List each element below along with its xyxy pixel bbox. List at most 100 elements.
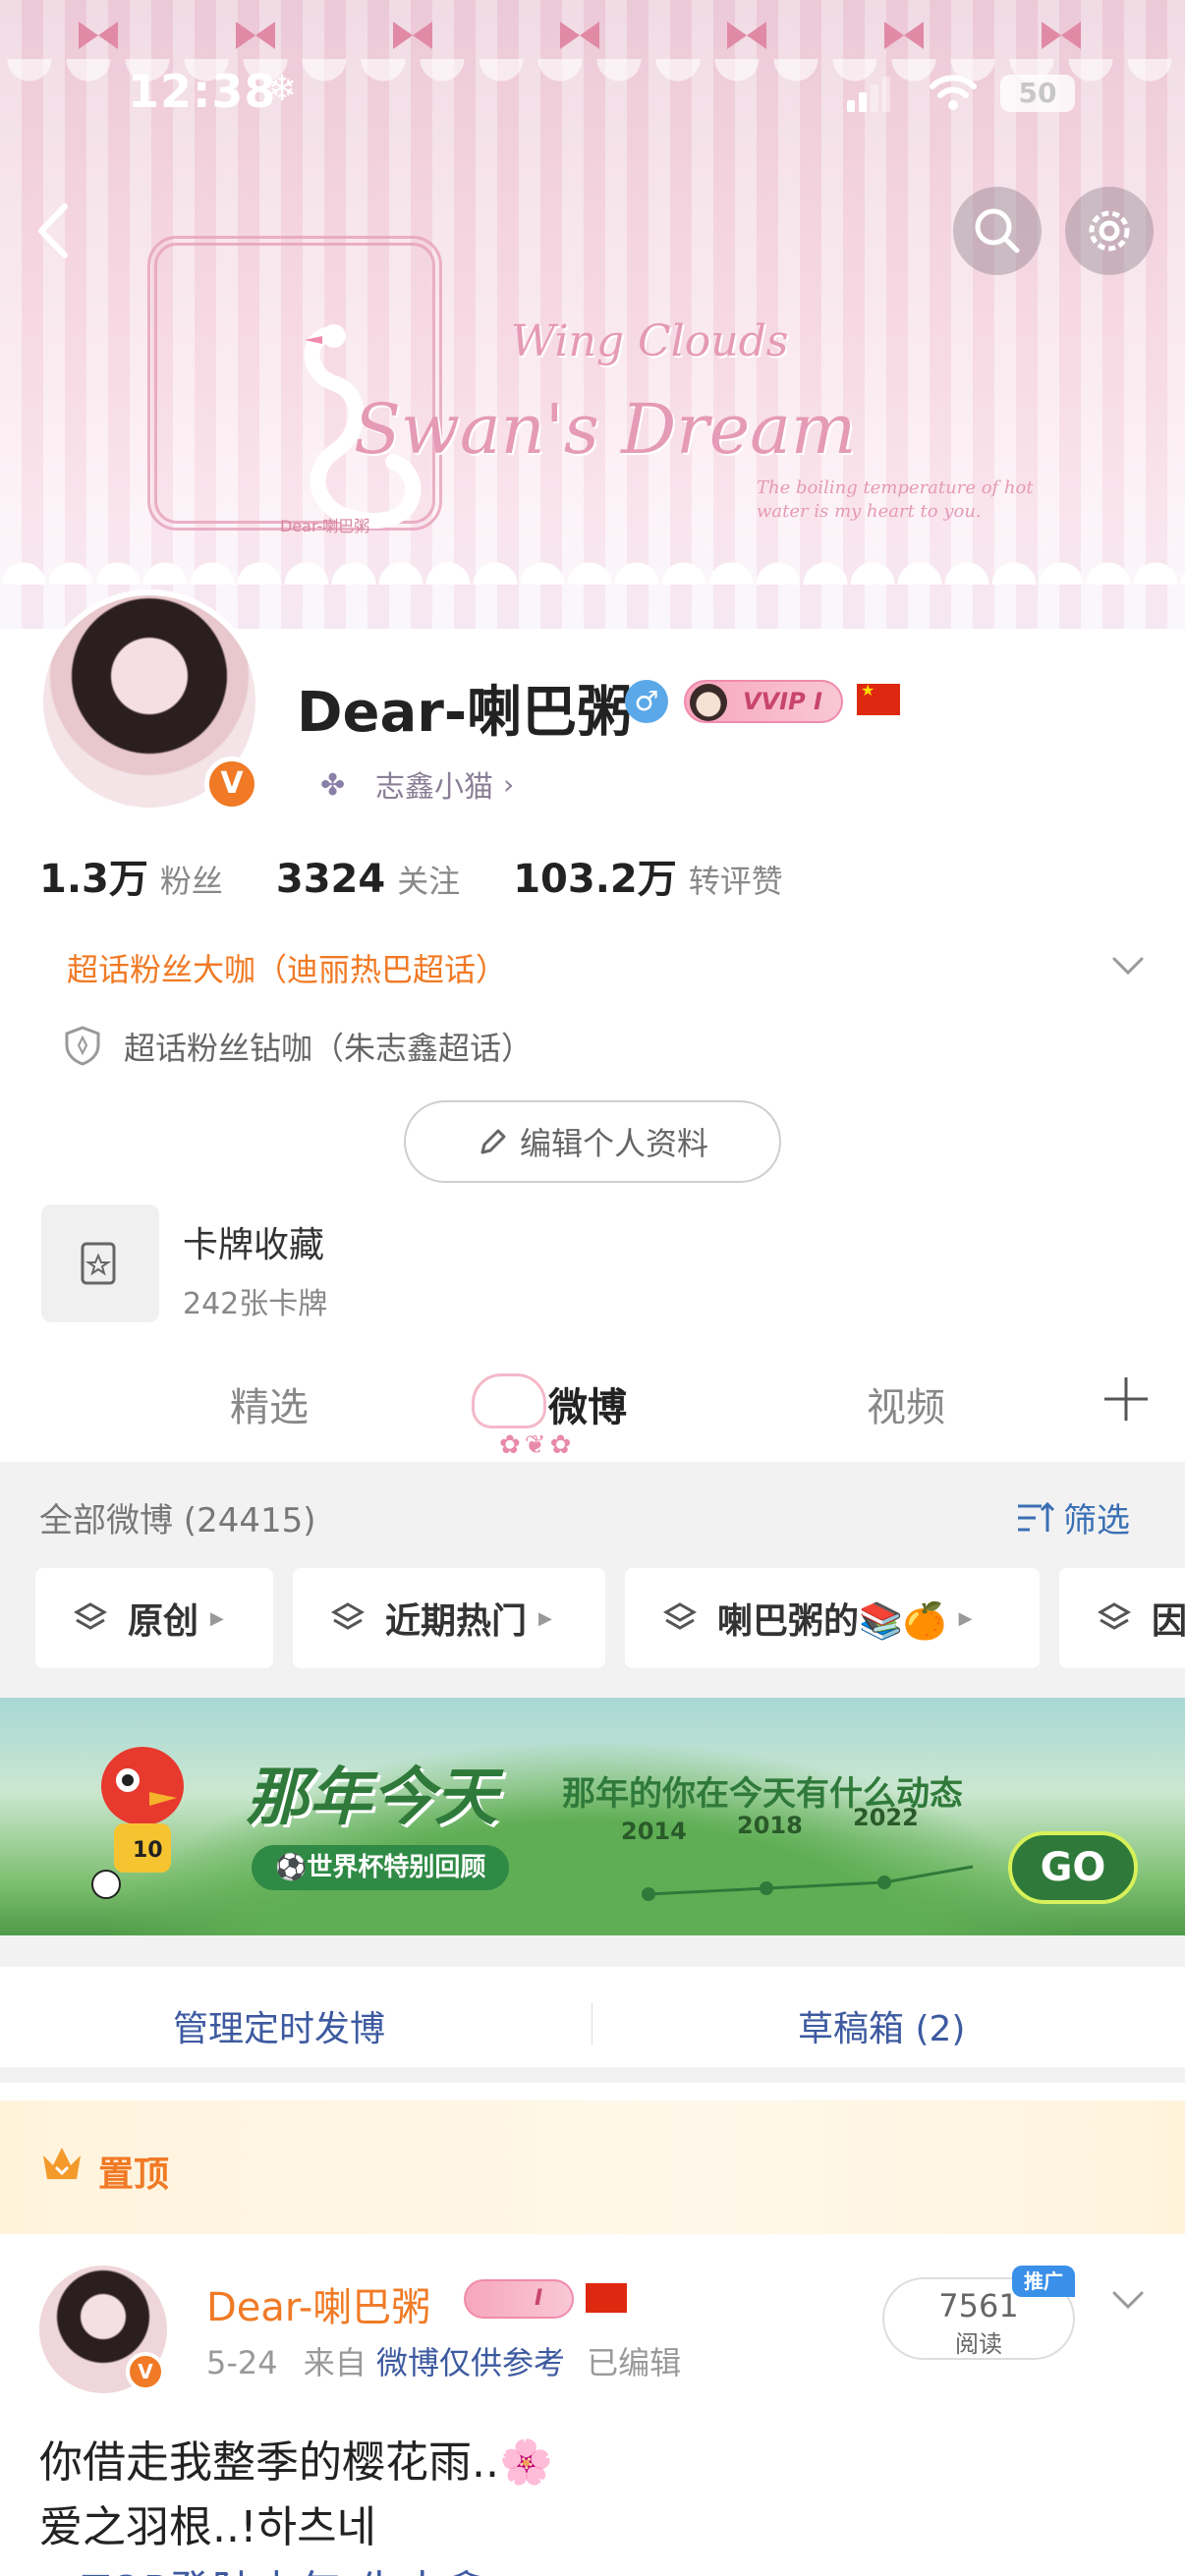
profile-stats: 1.3万 粉丝 3324 关注 103.2万 转评赞 xyxy=(39,847,783,904)
search-button[interactable] xyxy=(953,187,1042,275)
stat-engagement[interactable]: 103.2万 转评赞 xyxy=(513,847,783,904)
verified-v-badge: V xyxy=(126,2352,165,2391)
post-date: 5-24 xyxy=(206,2344,278,2381)
vip-badge[interactable]: VVIP I xyxy=(684,680,843,723)
chip-label: 因 xyxy=(1152,1601,1185,1642)
gear-icon xyxy=(1089,210,1130,252)
chip-more[interactable]: 因 xyxy=(1059,1568,1185,1668)
promote-tag[interactable]: 推广 xyxy=(1012,2266,1075,2297)
triangle-right-icon: ▶ xyxy=(210,1607,224,1629)
post-vip-badge: I xyxy=(464,2279,574,2319)
timeline-line xyxy=(642,1865,974,1901)
banner-subtitle: Wing Clouds xyxy=(511,316,789,366)
post-text-line: 你借走我整季的樱花雨..🌸 xyxy=(39,2437,553,2488)
post-source-prefix: 来自 xyxy=(303,2344,367,2381)
pinned-header xyxy=(0,2100,1185,2234)
filter-icon xyxy=(1018,1501,1055,1532)
post-mention[interactable]: @TOP登陆少年-朱志鑫 xyxy=(39,2556,487,2576)
card-collection-title[interactable]: 卡牌收藏 xyxy=(183,1216,324,1267)
svg-text:10: 10 xyxy=(133,1838,163,1863)
signal-icon xyxy=(847,77,890,112)
tab-video[interactable]: 视频 xyxy=(867,1375,945,1432)
filter-label: 筛选 xyxy=(1063,1501,1130,1540)
bow-decoration-row xyxy=(79,22,1081,49)
tab-weibo[interactable]: 微博 xyxy=(548,1375,627,1432)
card-collection-count: 242张卡牌 xyxy=(183,1287,328,1321)
back-arrow-icon[interactable] xyxy=(29,196,79,265)
layers-icon xyxy=(1097,1602,1132,1630)
layers-icon xyxy=(73,1602,108,1630)
chip-original[interactable]: 原创 ▶ xyxy=(35,1568,273,1668)
scheduled-posts-link[interactable]: 管理定时发博 xyxy=(173,2000,385,2051)
triangle-right-icon: ▶ xyxy=(538,1607,552,1629)
chip-custom[interactable]: 喇巴粥的📚🍊 ▶ xyxy=(625,1568,1040,1668)
post-edited: 已编辑 xyxy=(587,2344,682,2381)
promo-year: 2014 xyxy=(621,1818,687,1845)
stat-number: 1.3万 xyxy=(39,857,148,902)
lace-bottom-decoration xyxy=(0,545,1185,585)
verified-v-badge: V xyxy=(204,756,259,812)
shield-icon xyxy=(65,1026,100,1066)
tab-mascot-icon xyxy=(472,1373,546,1428)
stat-label: 粉丝 xyxy=(159,863,223,900)
drafts-link[interactable]: 草稿箱 (2) xyxy=(798,2000,965,2051)
super-topic-badge-2[interactable]: 超话粉丝钻咖（朱志鑫超话） xyxy=(124,1024,533,1069)
stat-followers[interactable]: 1.3万 粉丝 xyxy=(39,847,223,904)
pinned-label: 置顶 xyxy=(98,2155,170,2195)
group-label: 志鑫小猫 xyxy=(375,770,493,805)
stat-label: 关注 xyxy=(397,863,461,900)
chip-label: 喇巴粥的📚🍊 xyxy=(717,1601,947,1642)
group-link[interactable]: ✤ 志鑫小猫 › xyxy=(297,756,566,812)
post-meta: 5-24 来自 微博仅供参考 已编辑 xyxy=(206,2338,681,2383)
promo-year: 2018 xyxy=(737,1812,803,1839)
card-collection-icon-box[interactable] xyxy=(41,1204,159,1322)
chevron-down-icon[interactable] xyxy=(1106,2277,1150,2321)
stat-number: 103.2万 xyxy=(513,857,677,902)
category-chips: 原创 ▶ 近期热门 ▶ 喇巴粥的📚🍊 ▶ 因 xyxy=(35,1568,1185,1668)
vip-avatar-icon xyxy=(690,684,727,721)
promo-year: 2022 xyxy=(853,1804,919,1831)
vip-label: VVIP I xyxy=(743,688,822,715)
tab-featured[interactable]: 精选 xyxy=(230,1375,309,1432)
snowflake-icon: ❄ xyxy=(267,69,298,109)
chip-recent-hot[interactable]: 近期热门 ▶ xyxy=(293,1568,605,1668)
super-topic-badge-1[interactable]: 超话粉丝大咖（迪丽热巴超话） xyxy=(67,945,507,990)
china-flag-icon xyxy=(857,681,900,715)
layers-icon xyxy=(662,1602,698,1630)
layers-icon xyxy=(330,1602,366,1630)
stat-label: 转评赞 xyxy=(688,863,783,900)
profile-username: Dear-喇巴粥 xyxy=(297,681,633,745)
post-text-line: 爱之羽根..!하츠네 xyxy=(39,2502,377,2552)
promo-title: 那年今天 xyxy=(246,1762,497,1834)
chip-label: 原创 xyxy=(128,1601,199,1642)
card-star-icon xyxy=(81,1242,116,1285)
post-source[interactable]: 微博仅供参考 xyxy=(376,2344,565,2381)
wifi-icon xyxy=(930,75,977,110)
bow-icon: ✿❦✿ xyxy=(499,1430,576,1460)
banner-title: Swan's Dream xyxy=(354,389,857,470)
filter-button[interactable]: 筛选 xyxy=(1016,1493,1130,1541)
pencil-icon xyxy=(480,1129,506,1154)
memories-promo-banner[interactable]: 10 那年今天 那年的你在今天有什么动态 ⚽世界杯特别回顾 2014 2018 … xyxy=(0,1698,1185,1935)
read-label: 阅读 xyxy=(955,2330,1002,2358)
promo-go-button[interactable]: GO xyxy=(1008,1831,1138,1904)
chevron-right-icon: › xyxy=(503,767,515,801)
clover-icon: ✤ xyxy=(320,768,346,803)
banner-tag: Dear-喇巴粥 xyxy=(280,517,370,535)
stat-following[interactable]: 3324 关注 xyxy=(276,857,460,902)
battery-indicator: 50 xyxy=(1000,75,1075,112)
edit-profile-button[interactable]: 编辑个人资料 xyxy=(404,1100,781,1183)
post-author-name[interactable]: Dear-喇巴粥 xyxy=(206,2275,430,2332)
banner-note: The boiling temperature of hot water is … xyxy=(757,477,1034,522)
manage-row: 管理定时发博 草稿箱 (2) xyxy=(0,1967,1185,2083)
crown-icon xyxy=(43,2148,81,2179)
search-icon xyxy=(975,208,1020,253)
plus-icon[interactable] xyxy=(1099,1372,1154,1427)
chevron-down-icon[interactable] xyxy=(1106,943,1150,986)
promo-worldcup-pill: ⚽世界杯特别回顾 xyxy=(252,1845,510,1890)
status-time: 12:38 xyxy=(128,65,277,118)
stat-number: 3324 xyxy=(275,857,386,902)
mascot-icon: 10 xyxy=(91,1747,184,1899)
settings-button[interactable] xyxy=(1065,187,1154,275)
edit-profile-label: 编辑个人资料 xyxy=(519,1125,708,1162)
